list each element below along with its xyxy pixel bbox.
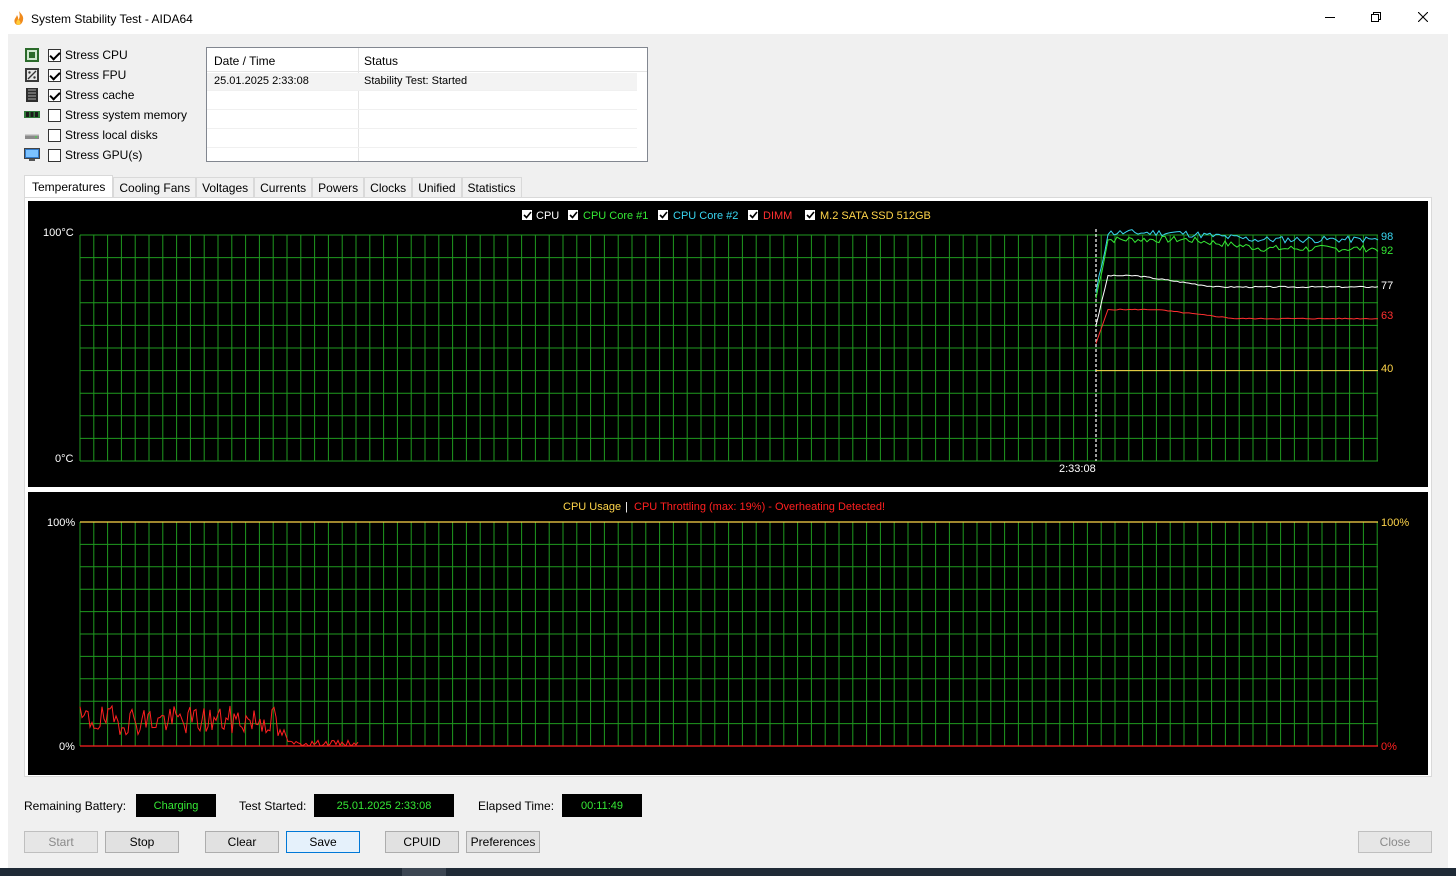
minimize-button[interactable]	[1307, 0, 1353, 34]
legend-cpu-core-2-label: CPU Core #2	[673, 210, 738, 222]
stress-disks-checkbox[interactable]	[48, 128, 61, 142]
stress-disks-label: Stress local disks	[65, 128, 158, 142]
restore-icon	[1371, 12, 1381, 22]
tab-clocks[interactable]: Clocks	[364, 177, 413, 198]
log-table[interactable]: Date / Time Status 25.01.2025 2:33:08 St…	[206, 47, 648, 162]
taskbar	[0, 868, 1456, 876]
cache-chip-icon	[24, 88, 40, 102]
stress-cache-label: Stress cache	[65, 88, 135, 102]
save-button[interactable]: Save	[286, 831, 360, 853]
temperature-chart-svg: CPU CPU Core #1 CPU Core #2 DIMM M.2 SAT…	[43, 210, 1393, 475]
restore-button[interactable]	[1353, 0, 1399, 34]
datetime-column-header[interactable]: Date / Time	[214, 54, 275, 68]
status-column-header[interactable]: Status	[364, 54, 398, 68]
tab-unified[interactable]: Unified	[412, 177, 462, 198]
stress-cpu-checkbox[interactable]	[48, 48, 61, 62]
legend-dimm[interactable]: DIMM	[748, 210, 792, 222]
stress-gpu-label: Stress GPU(s)	[65, 148, 143, 162]
log-empty-row	[207, 130, 637, 148]
log-empty-row	[207, 92, 637, 110]
legend-cpu-core-1-label: CPU Core #1	[583, 210, 648, 222]
test-started-label: Test Started:	[239, 799, 307, 813]
temp-y-top-label: 100°C	[43, 227, 74, 239]
legend-dimm-label: DIMM	[763, 210, 792, 222]
test-started-value: 25.01.2025 2:33:08	[314, 794, 454, 817]
legend-cpu-label: CPU	[536, 210, 559, 222]
cpuid-button[interactable]: CPUID	[385, 831, 459, 853]
tab-cooling-fans[interactable]: Cooling Fans	[113, 177, 197, 198]
end-value-cpu: 77	[1381, 280, 1393, 292]
taskbar-item[interactable]	[402, 868, 446, 876]
monitor-icon	[24, 148, 40, 162]
tab-statistics[interactable]: Statistics	[461, 177, 522, 198]
throttling-title: CPU Throttling (max: 19%) - Overheating …	[634, 501, 885, 513]
minimize-icon	[1325, 17, 1335, 18]
client-area: Stress CPU Stress FPU Stress cache Stres…	[8, 34, 1448, 868]
end-value-ssd: 40	[1381, 363, 1393, 375]
usage-y-top-right: 100%	[1381, 517, 1409, 529]
end-value-core2: 98	[1381, 231, 1393, 243]
log-status: Stability Test: Started	[364, 75, 468, 87]
log-row[interactable]: 25.01.2025 2:33:08 Stability Test: Start…	[207, 73, 637, 91]
fpu-chip-icon	[24, 68, 40, 82]
tab-currents[interactable]: Currents	[254, 177, 313, 198]
legend-ssd[interactable]: M.2 SATA SSD 512GB	[805, 210, 931, 222]
tab-voltages[interactable]: Voltages	[196, 177, 255, 198]
temperature-legend: CPU CPU Core #1 CPU Core #2 DIMM M.2 SAT…	[522, 210, 931, 222]
temperature-grid	[79, 234, 1378, 462]
tab-powers[interactable]: Powers	[312, 177, 365, 198]
battery-value: Charging	[136, 794, 216, 817]
legend-ssd-label: M.2 SATA SSD 512GB	[820, 210, 931, 222]
tab-temperatures[interactable]: Temperatures	[24, 175, 114, 198]
start-button[interactable]: Start	[24, 831, 98, 853]
usage-title: CPU Usage	[563, 501, 621, 513]
log-header-row: Date / Time Status	[207, 48, 647, 72]
usage-y-bottom-left: 0%	[59, 741, 75, 753]
chart-tabs: Temperatures Cooling Fans Voltages Curre…	[24, 175, 522, 198]
clear-button[interactable]: Clear	[205, 831, 279, 853]
legend-cpu-core-2[interactable]: CPU Core #2	[658, 210, 738, 222]
stress-memory-option[interactable]: Stress system memory	[24, 106, 187, 124]
stop-button[interactable]: Stop	[105, 831, 179, 853]
legend-cpu[interactable]: CPU	[522, 210, 559, 222]
elapsed-time-label: Elapsed Time:	[478, 799, 555, 813]
usage-title-separator: |	[625, 501, 628, 513]
stress-fpu-checkbox[interactable]	[48, 68, 61, 82]
cpu-chip-icon	[24, 48, 40, 62]
stress-cache-option[interactable]: Stress cache	[24, 86, 134, 104]
temp-x-marker-label: 2:33:08	[1059, 463, 1096, 475]
aida64-flame-icon	[14, 11, 24, 25]
stress-disks-option[interactable]: Stress local disks	[24, 126, 158, 144]
log-datetime: 25.01.2025 2:33:08	[214, 75, 309, 87]
disk-drive-icon	[24, 128, 40, 142]
cpu-usage-chart: CPU Usage | CPU Throttling (max: 19%) - …	[28, 492, 1428, 775]
stress-cpu-label: Stress CPU	[65, 48, 128, 62]
stress-cache-checkbox[interactable]	[48, 88, 61, 102]
stress-memory-label: Stress system memory	[65, 108, 188, 122]
stress-cpu-option[interactable]: Stress CPU	[24, 46, 128, 64]
temperature-chart: CPU CPU Core #1 CPU Core #2 DIMM M.2 SAT…	[28, 201, 1428, 487]
elapsed-time-value: 00:11:49	[562, 794, 642, 817]
stress-memory-checkbox[interactable]	[48, 108, 61, 122]
close-window-button[interactable]	[1400, 0, 1446, 34]
end-value-core1: 92	[1381, 245, 1393, 257]
window-title: System Stability Test - AIDA64	[31, 12, 193, 26]
cpu-usage-chart-svg: CPU Usage | CPU Throttling (max: 19%) - …	[47, 501, 1409, 753]
stress-fpu-label: Stress FPU	[65, 68, 127, 82]
battery-label: Remaining Battery:	[24, 799, 127, 813]
memory-module-icon	[24, 108, 40, 122]
stress-fpu-option[interactable]: Stress FPU	[24, 66, 126, 84]
close-button[interactable]: Close	[1358, 831, 1432, 853]
log-empty-row	[207, 111, 637, 129]
title-bar: System Stability Test - AIDA64	[0, 0, 1456, 34]
usage-y-top-left: 100%	[47, 517, 75, 529]
temp-y-bottom-label: 0°C	[55, 453, 74, 465]
close-icon	[1418, 12, 1428, 22]
legend-cpu-core-1[interactable]: CPU Core #1	[568, 210, 648, 222]
usage-y-bottom-right: 0%	[1381, 741, 1397, 753]
preferences-button[interactable]: Preferences	[466, 831, 540, 853]
end-value-dimm: 63	[1381, 310, 1393, 322]
stress-gpu-checkbox[interactable]	[48, 148, 61, 162]
stress-gpu-option[interactable]: Stress GPU(s)	[24, 146, 142, 164]
